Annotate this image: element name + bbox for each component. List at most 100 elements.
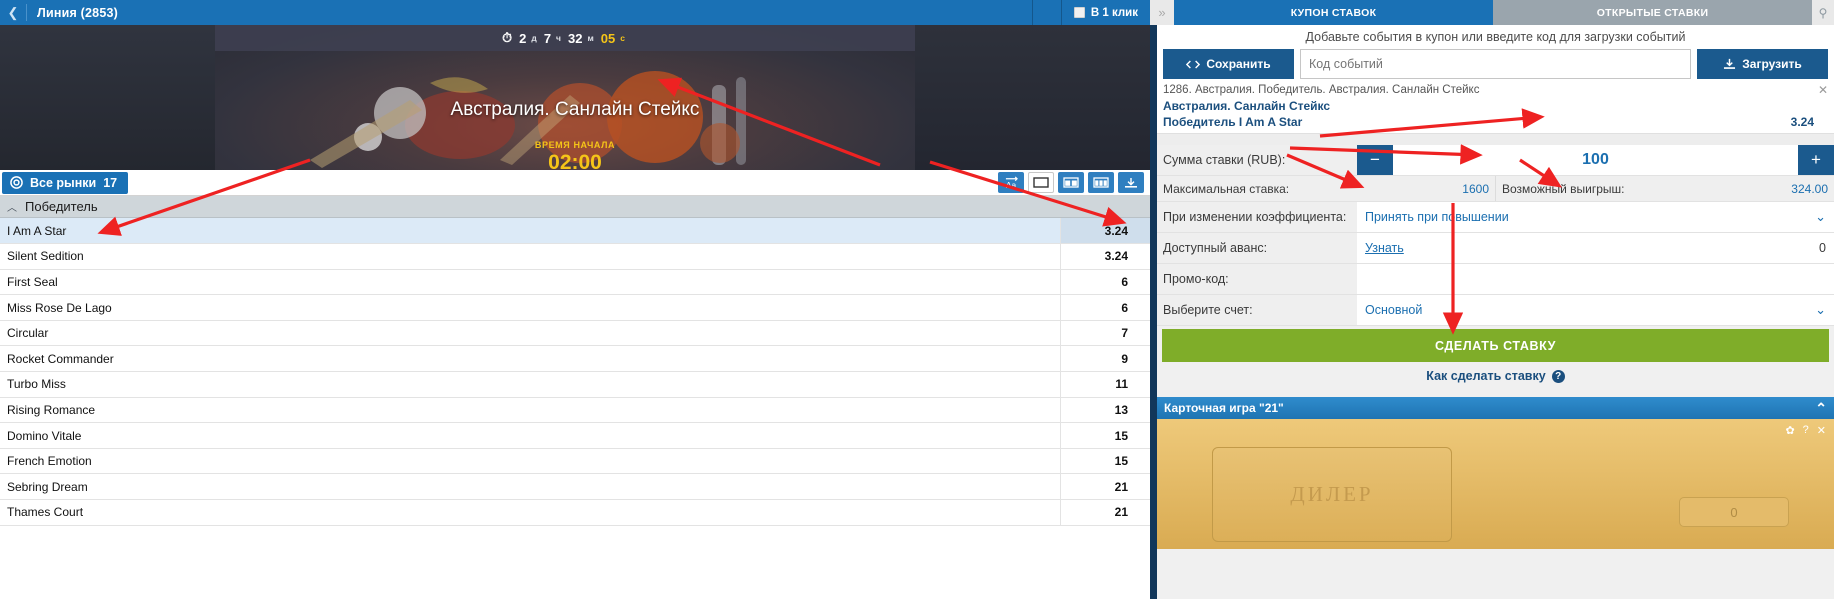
betslip-tabs: » КУПОН СТАВОК ОТКРЫТЫЕ СТАВКИ ⚲	[1150, 0, 1834, 25]
table-row[interactable]: Miss Rose De Lago 6	[0, 294, 1150, 321]
dealer-area: ДИЛЕР	[1212, 447, 1452, 542]
load-button[interactable]: Загрузить	[1697, 49, 1828, 79]
table-row[interactable]: Thames Court 21	[0, 499, 1150, 526]
stake-decrement-button[interactable]: −	[1357, 145, 1393, 175]
runner-name: Turbo Miss	[0, 371, 1060, 398]
advance-value-cell: Узнать 0	[1357, 233, 1834, 263]
table-row[interactable]: Turbo Miss 11	[0, 371, 1150, 398]
fullscreen-icon[interactable]: ✕	[1817, 424, 1826, 437]
runner-name: Domino Vitale	[0, 422, 1060, 449]
single-column-icon[interactable]	[1028, 172, 1054, 193]
event-code-input[interactable]	[1300, 49, 1691, 79]
all-markets-button[interactable]: Все рынки 17	[2, 171, 129, 194]
place-bet-button[interactable]: СДЕЛАТЬ СТАВКУ	[1162, 329, 1829, 362]
max-stake-value: 1600	[1462, 181, 1489, 196]
markets-toolbar: Все рынки 17 Aa	[0, 170, 1150, 196]
chevron-right-icon[interactable]: »	[1150, 0, 1174, 25]
stake-input[interactable]: 100	[1393, 145, 1798, 175]
runner-odd[interactable]: 15	[1059, 422, 1150, 449]
table-row[interactable]: I Am A Star 3.24	[0, 218, 1150, 245]
table-row[interactable]: French Emotion 15	[0, 448, 1150, 475]
table-row[interactable]: First Seal 6	[0, 269, 1150, 296]
runner-odd[interactable]: 3.24	[1059, 218, 1150, 245]
tab-betslip[interactable]: КУПОН СТАВОК	[1174, 0, 1493, 25]
load-label: Загрузить	[1742, 57, 1802, 71]
table-row[interactable]: Silent Sedition 3.24	[0, 243, 1150, 270]
two-column-icon[interactable]	[1058, 172, 1084, 193]
runner-odd[interactable]: 6	[1059, 269, 1150, 296]
odd-change-select[interactable]: Принять при повышении ⌄	[1357, 202, 1834, 232]
start-time-value: 02:00	[548, 151, 602, 170]
how-to-bet-label: Как сделать ставку	[1426, 369, 1546, 383]
collapse-icon[interactable]	[1118, 172, 1144, 193]
save-label: Сохранить	[1206, 57, 1271, 71]
runner-odd[interactable]: 21	[1059, 499, 1150, 526]
question-icon[interactable]: ?	[1803, 424, 1809, 437]
top-bar: ❮ Линия (2853) В 1 клик	[0, 0, 1150, 25]
stake-increment-button[interactable]: +	[1798, 145, 1834, 175]
table-row[interactable]: Domino Vitale 15	[0, 422, 1150, 449]
table-row[interactable]: Rocket Commander 9	[0, 345, 1150, 373]
tab-open-bets[interactable]: ОТКРЫТЫЕ СТАВКИ	[1493, 0, 1812, 25]
back-button[interactable]: ❮	[0, 0, 26, 25]
runner-name: First Seal	[0, 269, 1060, 296]
event-name: Австралия. Санлайн Стейкс	[1163, 99, 1331, 113]
timer-days-unit: д	[531, 33, 537, 43]
score-display: 0	[1679, 497, 1789, 527]
save-button[interactable]: Сохранить	[1163, 49, 1294, 79]
how-to-bet-link[interactable]: Как сделать ставку ?	[1157, 362, 1834, 390]
table-row[interactable]: Sebring Dream 21	[0, 473, 1150, 501]
chevrons-up-icon[interactable]: ⌃	[1815, 400, 1827, 417]
runner-odd[interactable]: 9	[1059, 345, 1150, 373]
advance-learn-link[interactable]: Узнать	[1365, 241, 1404, 255]
betting-page: ❮ Линия (2853) В 1 клик ⏱ 2 д 7 ч 32 м 0…	[0, 0, 1834, 599]
stake-label: Сумма ставки (RUB):	[1157, 145, 1357, 175]
three-column-icon[interactable]	[1088, 172, 1114, 193]
table-row[interactable]: Rising Romance 13	[0, 397, 1150, 424]
runner-odd[interactable]: 13	[1059, 397, 1150, 424]
runner-odd[interactable]: 21	[1059, 473, 1150, 501]
account-select[interactable]: Основной ⌄	[1357, 295, 1834, 325]
close-icon[interactable]: ✕	[1818, 83, 1828, 97]
event-banner: ⏱ 2 д 7 ч 32 м 05 с Австралия. Санлайн С…	[0, 25, 1150, 170]
promo-label: Промо-код:	[1157, 264, 1357, 294]
svg-text:Aa: Aa	[1005, 180, 1016, 189]
card-game-header: Карточная игра "21" ⌃	[1157, 397, 1834, 419]
all-markets-label: Все рынки	[30, 175, 97, 190]
odds-table-body: I Am A Star 3.24 Silent Sedition 3.24 Fi…	[0, 218, 1150, 526]
advance-value: 0	[1819, 241, 1826, 255]
card-game-widget: Карточная игра "21" ⌃ ✿ ? ✕ ДИЛЕР 0	[1157, 397, 1834, 549]
stopwatch-icon: ⏱	[502, 30, 513, 45]
stake-row: Сумма ставки (RUB): − 100 +	[1157, 145, 1834, 176]
target-icon	[10, 176, 23, 189]
promo-input[interactable]	[1357, 264, 1834, 294]
advance-label: Доступный аванс:	[1157, 233, 1357, 263]
card-game-title: Карточная игра "21"	[1164, 401, 1284, 415]
one-click-label: В 1 клик	[1090, 6, 1138, 19]
event-odd: 3.24	[1790, 115, 1814, 129]
market-group-header[interactable]: ︿ Победитель	[0, 196, 1150, 218]
countdown-timer: ⏱ 2 д 7 ч 32 м 05 с	[215, 25, 915, 51]
odd-change-row: При изменении коэффициента: Принять при …	[1157, 202, 1834, 233]
question-icon: ?	[1551, 369, 1565, 383]
runner-odd[interactable]: 6	[1059, 294, 1150, 321]
runner-odd[interactable]: 15	[1059, 448, 1150, 475]
runner-odd[interactable]: 3.24	[1059, 243, 1150, 270]
runner-odd[interactable]: 11	[1059, 371, 1150, 398]
topbar-sep-1	[1031, 0, 1033, 25]
timer-days: 2	[519, 30, 527, 46]
timer-minutes-unit: м	[587, 33, 594, 43]
download-icon	[1724, 58, 1736, 69]
text-size-icon[interactable]: Aa	[998, 172, 1024, 193]
runner-name: French Emotion	[0, 448, 1060, 475]
one-click-bet-toggle[interactable]: В 1 клик	[1061, 0, 1150, 25]
code-row: Сохранить Загрузить	[1157, 49, 1834, 79]
pin-icon[interactable]: ⚲	[1812, 0, 1834, 25]
max-stake: Максимальная ставка: 1600	[1157, 176, 1495, 201]
one-click-checkbox-icon[interactable]	[1073, 7, 1085, 18]
runner-odd[interactable]: 7	[1059, 320, 1150, 347]
gear-icon[interactable]: ✿	[1785, 424, 1794, 437]
table-row[interactable]: Circular 7	[0, 320, 1150, 347]
event-path: 1286. Австралия. Победитель. Австралия. …	[1163, 84, 1480, 96]
code-icon	[1186, 60, 1201, 68]
